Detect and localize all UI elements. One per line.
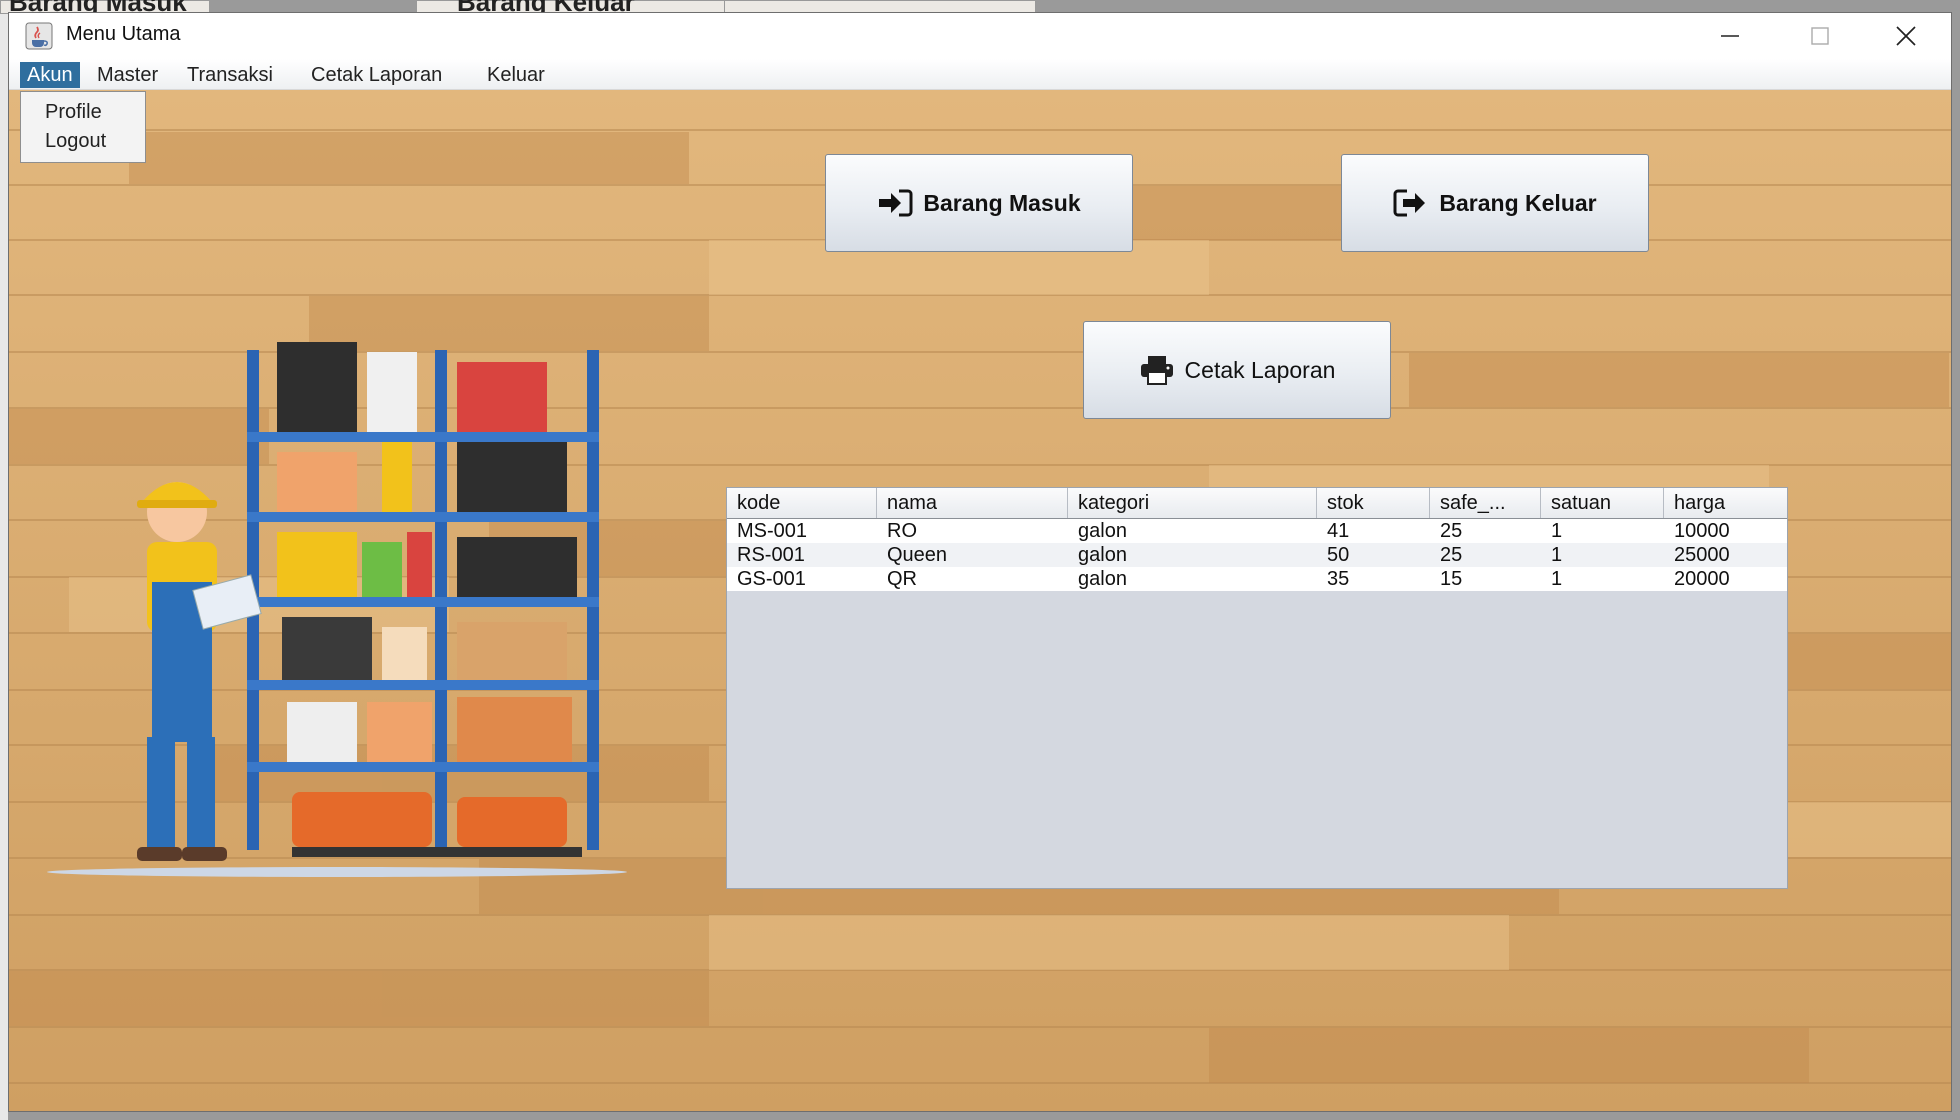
window-title: Menu Utama <box>66 23 181 45</box>
cetak-laporan-label: Cetak Laporan <box>1184 356 1336 383</box>
cell-kode: GS-001 <box>737 568 806 590</box>
cell-kode: MS-001 <box>737 520 808 542</box>
cell-stok: 35 <box>1327 568 1350 590</box>
barang-masuk-label: Barang Masuk <box>923 189 1081 216</box>
column-header-nama[interactable]: nama <box>877 488 1068 518</box>
menu-keluar[interactable]: Keluar <box>480 62 552 88</box>
cell-safe-stock: 25 <box>1440 544 1463 566</box>
table-row[interactable]: RS-001 Queen galon 50 25 1 25000 <box>727 543 1787 567</box>
menu-bar: Akun Master Transaksi Cetak Laporan Kelu… <box>9 59 1951 90</box>
column-header-harga[interactable]: harga <box>1664 488 1787 518</box>
cell-harga: 20000 <box>1674 568 1730 590</box>
cell-safe-stock: 25 <box>1440 520 1463 542</box>
cell-satuan: 1 <box>1551 544 1563 566</box>
column-header-safe-stock[interactable]: safe_... <box>1430 488 1541 518</box>
cell-kategori: galon <box>1078 568 1127 590</box>
close-button[interactable] <box>1861 13 1951 59</box>
cell-nama: Queen <box>887 544 948 566</box>
close-icon <box>1896 26 1916 46</box>
menu-item-logout[interactable]: Logout <box>45 130 106 153</box>
menu-item-profile[interactable]: Profile <box>45 101 102 124</box>
barang-keluar-button[interactable]: Barang Keluar <box>1341 154 1649 252</box>
cell-satuan: 1 <box>1551 520 1563 542</box>
cell-kategori: galon <box>1078 544 1127 566</box>
barang-masuk-button[interactable]: Barang Masuk <box>825 154 1133 252</box>
cetak-laporan-button[interactable]: Cetak Laporan <box>1083 321 1391 419</box>
menu-cetak-laporan[interactable]: Cetak Laporan <box>304 62 449 88</box>
column-header-kode[interactable]: kode <box>727 488 877 518</box>
barang-table[interactable]: kode nama kategori stok safe_... satuan … <box>726 487 1788 889</box>
menu-master[interactable]: Master <box>90 62 165 88</box>
cell-harga: 25000 <box>1674 544 1730 566</box>
warehouse-worker-illustration <box>47 342 627 877</box>
table-row[interactable]: MS-001 RO galon 41 25 1 10000 <box>727 519 1787 543</box>
cell-kategori: galon <box>1078 520 1127 542</box>
title-bar[interactable]: Menu Utama <box>9 13 1951 59</box>
minimize-button[interactable] <box>1685 13 1775 59</box>
printer-icon <box>1140 356 1173 385</box>
table-row[interactable]: GS-001 QR galon 35 15 1 20000 <box>727 567 1787 591</box>
sign-out-icon <box>1393 189 1426 217</box>
barang-keluar-label: Barang Keluar <box>1439 189 1597 216</box>
cell-stok: 50 <box>1327 544 1350 566</box>
cell-nama: RO <box>887 520 917 542</box>
cell-safe-stock: 15 <box>1440 568 1463 590</box>
sign-in-icon <box>879 189 913 217</box>
cell-stok: 41 <box>1327 520 1350 542</box>
cell-nama: QR <box>887 568 917 590</box>
menu-transaksi[interactable]: Transaksi <box>180 62 280 88</box>
cell-satuan: 1 <box>1551 568 1563 590</box>
menu-akun[interactable]: Akun <box>20 62 80 88</box>
maximize-icon <box>1811 27 1829 45</box>
minimize-icon <box>1721 35 1739 37</box>
cell-harga: 10000 <box>1674 520 1730 542</box>
akun-dropdown-menu: Profile Logout <box>20 91 146 163</box>
java-app-icon <box>25 22 53 50</box>
maximize-button[interactable] <box>1775 13 1865 59</box>
column-header-stok[interactable]: stok <box>1317 488 1430 518</box>
cell-kode: RS-001 <box>737 544 805 566</box>
main-window: Menu Utama Akun Master Transaksi Cetak L… <box>8 12 1952 1112</box>
background-window-edge <box>0 0 8 1120</box>
column-header-satuan[interactable]: satuan <box>1541 488 1664 518</box>
table-header: kode nama kategori stok safe_... satuan … <box>727 488 1787 519</box>
content-panel: Barang Masuk Barang Keluar Cetak Laporan <box>9 90 1951 1111</box>
column-header-kategori[interactable]: kategori <box>1068 488 1317 518</box>
